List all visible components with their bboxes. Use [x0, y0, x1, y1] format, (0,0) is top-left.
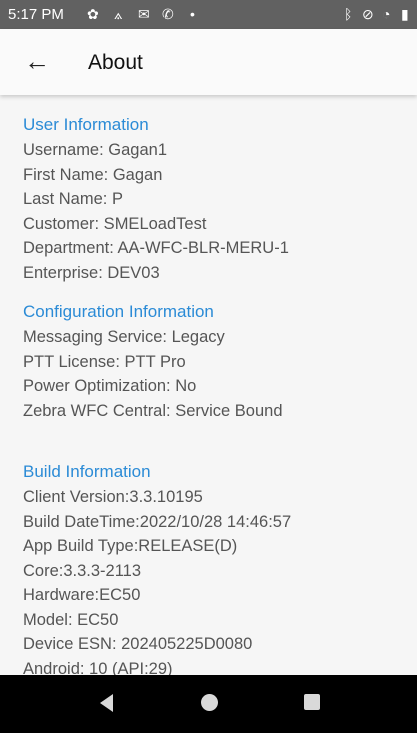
info-line: PTT License: PTT Pro [23, 352, 186, 371]
info-line: Core:3.3.3-2113 [23, 561, 142, 580]
home-circle-icon[interactable] [201, 694, 218, 711]
info-line: Customer: SMELoadTest [23, 214, 207, 233]
info-line: Model: EC50 [23, 610, 119, 629]
app-bar: ← About [0, 29, 417, 95]
info-line: Client Version:3.3.10195 [23, 488, 203, 506]
info-line: Build DateTime:2022/10/28 14:46:57 [23, 512, 292, 531]
info-line: Department: AA-WFC-BLR-MERU-1 [23, 239, 289, 257]
about-content[interactable]: User Information Username: Gagan1 First … [0, 95, 417, 675]
info-line: App Build Type:RELEASE(D) [23, 537, 238, 555]
settings-icon: ✿ [87, 6, 99, 22]
info-line: Last Name: P [23, 190, 123, 208]
status-time: 5:17 PM [8, 6, 64, 23]
info-line: Hardware:EC50 [23, 586, 141, 604]
info-line: Messaging Service: Legacy [23, 328, 225, 346]
info-line: Power Optimization: No [23, 377, 197, 395]
arrow-left-icon[interactable]: ← [20, 45, 54, 79]
info-line: Enterprise: DEV03 [23, 263, 160, 282]
user-information-section: User Information Username: Gagan1 First … [23, 112, 289, 285]
recents-square-icon[interactable] [304, 694, 320, 710]
bluetooth-icon: ᛒ [344, 6, 353, 22]
mute-icon: ⊘ [362, 6, 374, 22]
wifi-icon: ◔ [382, 6, 391, 22]
back-triangle-icon[interactable] [100, 694, 113, 712]
call-icon: ✆ [162, 6, 174, 22]
section-title: User Information [23, 115, 149, 134]
configuration-information-section: Configuration Information Messaging Serv… [23, 299, 283, 423]
navigation-bar [0, 675, 417, 733]
status-bar: 5:17 PM ✿ ⟑ ✉ ✆ • ᛒ ⊘ ◔ ▮ [0, 0, 417, 29]
battery-icon: ▮ [401, 6, 409, 22]
mail-icon: ✉ [138, 6, 150, 22]
build-information-section: Build Information Client Version:3.3.101… [23, 459, 291, 675]
info-line: Android: 10 (API:29) [23, 659, 173, 676]
info-line: First Name: Gagan [23, 165, 163, 184]
info-line: Username: Gagan1 [23, 141, 167, 159]
section-title: Configuration Information [23, 302, 214, 321]
dot-icon: • [190, 6, 195, 22]
info-line: Zebra WFC Central: Service Bound [23, 401, 283, 420]
network-icon: ⟑ [114, 6, 123, 22]
page-title: About [88, 51, 143, 74]
section-title: Build Information [23, 462, 151, 481]
info-line: Device ESN: 202405225D0080 [23, 635, 253, 653]
